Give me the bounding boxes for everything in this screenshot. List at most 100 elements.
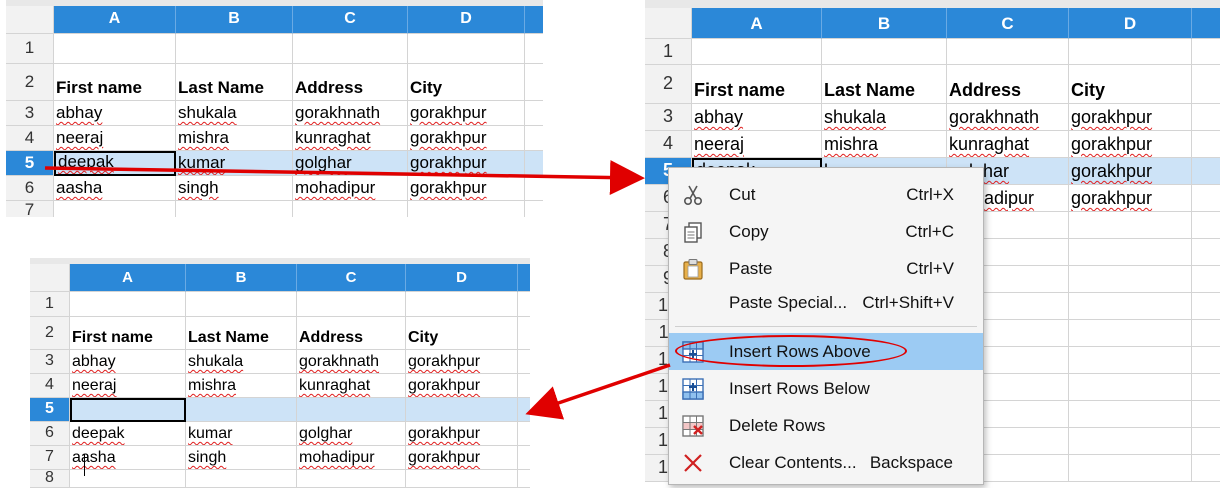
- row-header[interactable]: 7: [6, 201, 54, 217]
- column-header-c[interactable]: C: [297, 264, 406, 292]
- row-header[interactable]: 6: [30, 422, 70, 446]
- select-all-corner[interactable]: [30, 264, 70, 292]
- table-cell[interactable]: neeraj: [70, 374, 186, 398]
- column-header-b[interactable]: B: [176, 6, 293, 34]
- table-cell[interactable]: aasha: [70, 446, 186, 470]
- table-cell[interactable]: Address: [293, 64, 408, 101]
- table-cell[interactable]: [1192, 347, 1220, 374]
- table-cell[interactable]: [1192, 212, 1220, 239]
- table-cell[interactable]: gorakhpur: [1069, 158, 1192, 185]
- column-header-a[interactable]: A: [692, 8, 822, 39]
- table-cell[interactable]: gorakhpur: [1069, 104, 1192, 131]
- table-cell[interactable]: kunraghat: [297, 374, 406, 398]
- table-cell[interactable]: [186, 398, 297, 422]
- table-cell[interactable]: shukala: [176, 101, 293, 126]
- table-cell[interactable]: gorakhpur: [1069, 131, 1192, 158]
- table-cell[interactable]: [1192, 320, 1220, 347]
- row-header[interactable]: 4: [30, 374, 70, 398]
- table-cell[interactable]: shukala: [186, 350, 297, 374]
- table-cell[interactable]: First name: [54, 64, 176, 101]
- menu-item-delete-rows[interactable]: Delete Rows: [669, 407, 983, 444]
- table-cell[interactable]: mohadipur: [293, 176, 408, 201]
- row-header[interactable]: 2: [6, 64, 54, 101]
- table-cell[interactable]: [1069, 347, 1192, 374]
- table-cell[interactable]: shukala: [822, 104, 947, 131]
- table-cell[interactable]: [1069, 212, 1192, 239]
- table-cell[interactable]: First name: [70, 317, 186, 350]
- table-cell[interactable]: gorakhpur: [406, 446, 518, 470]
- table-cell[interactable]: [1192, 455, 1220, 482]
- table-cell[interactable]: singh: [186, 446, 297, 470]
- table-cell[interactable]: [293, 201, 408, 217]
- row-header[interactable]: 1: [30, 292, 70, 317]
- row-header[interactable]: 5: [6, 151, 54, 176]
- row-header[interactable]: 6: [6, 176, 54, 201]
- table-cell[interactable]: Address: [297, 317, 406, 350]
- table-cell[interactable]: mohadipur: [297, 446, 406, 470]
- table-cell[interactable]: [1069, 320, 1192, 347]
- table-cell[interactable]: [1069, 39, 1192, 65]
- table-cell[interactable]: [406, 470, 518, 488]
- table-cell[interactable]: abhay: [70, 350, 186, 374]
- row-header[interactable]: 3: [645, 104, 692, 131]
- table-cell[interactable]: gorakhpur: [408, 101, 525, 126]
- table-cell[interactable]: [518, 350, 530, 374]
- table-cell[interactable]: [525, 176, 543, 201]
- table-cell[interactable]: [1069, 374, 1192, 401]
- table-cell[interactable]: [518, 470, 530, 488]
- table-cell[interactable]: mishra: [176, 126, 293, 151]
- table-cell[interactable]: [1192, 185, 1220, 212]
- table-cell[interactable]: gorakhnath: [297, 350, 406, 374]
- table-cell[interactable]: [822, 39, 947, 65]
- column-header-b[interactable]: B: [822, 8, 947, 39]
- table-cell[interactable]: [1192, 401, 1220, 428]
- table-cell[interactable]: [70, 470, 186, 488]
- column-header-d[interactable]: D: [408, 6, 525, 34]
- table-cell[interactable]: [692, 39, 822, 65]
- table-cell[interactable]: [518, 422, 530, 446]
- table-cell[interactable]: [297, 292, 406, 317]
- row-header[interactable]: 7: [30, 446, 70, 470]
- table-cell[interactable]: [176, 201, 293, 217]
- row-header[interactable]: 1: [6, 34, 54, 64]
- table-cell[interactable]: gorakhpur: [408, 151, 525, 176]
- table-cell[interactable]: gorakhpur: [406, 422, 518, 446]
- table-cell[interactable]: [518, 446, 530, 470]
- menu-item-insert-rows-below[interactable]: Insert Rows Below: [669, 370, 983, 407]
- column-header-a[interactable]: A: [54, 6, 176, 34]
- table-cell[interactable]: [186, 292, 297, 317]
- table-cell[interactable]: aasha: [54, 176, 176, 201]
- table-cell[interactable]: gorakhpur: [408, 176, 525, 201]
- table-cell[interactable]: [1192, 266, 1220, 293]
- table-cell[interactable]: [1192, 239, 1220, 266]
- column-header-e[interactable]: [518, 264, 530, 292]
- row-header[interactable]: 2: [645, 65, 692, 104]
- table-cell[interactable]: City: [406, 317, 518, 350]
- column-header-d[interactable]: D: [1069, 8, 1192, 39]
- column-header-c[interactable]: C: [293, 6, 408, 34]
- table-cell[interactable]: City: [408, 64, 525, 101]
- table-cell[interactable]: mishra: [186, 374, 297, 398]
- table-cell[interactable]: neeraj: [692, 131, 822, 158]
- table-cell[interactable]: abhay: [54, 101, 176, 126]
- table-cell[interactable]: [408, 34, 525, 64]
- table-cell[interactable]: City: [1069, 65, 1192, 104]
- menu-item-paste[interactable]: Paste Ctrl+V: [669, 250, 983, 287]
- table-cell[interactable]: [54, 34, 176, 64]
- row-header[interactable]: 2: [30, 317, 70, 350]
- table-cell[interactable]: [525, 34, 543, 64]
- table-cell[interactable]: [186, 470, 297, 488]
- table-cell[interactable]: [176, 34, 293, 64]
- table-cell[interactable]: [408, 201, 525, 217]
- row-header[interactable]: 8: [30, 470, 70, 488]
- table-cell[interactable]: [1069, 401, 1192, 428]
- table-cell[interactable]: [1192, 158, 1220, 185]
- table-cell[interactable]: [1192, 293, 1220, 320]
- table-cell[interactable]: [947, 39, 1069, 65]
- table-cell[interactable]: [518, 398, 530, 422]
- column-header-d[interactable]: D: [406, 264, 518, 292]
- table-cell[interactable]: [518, 374, 530, 398]
- table-cell[interactable]: gorakhnath: [293, 101, 408, 126]
- table-cell[interactable]: [54, 201, 176, 217]
- table-cell[interactable]: [70, 398, 186, 422]
